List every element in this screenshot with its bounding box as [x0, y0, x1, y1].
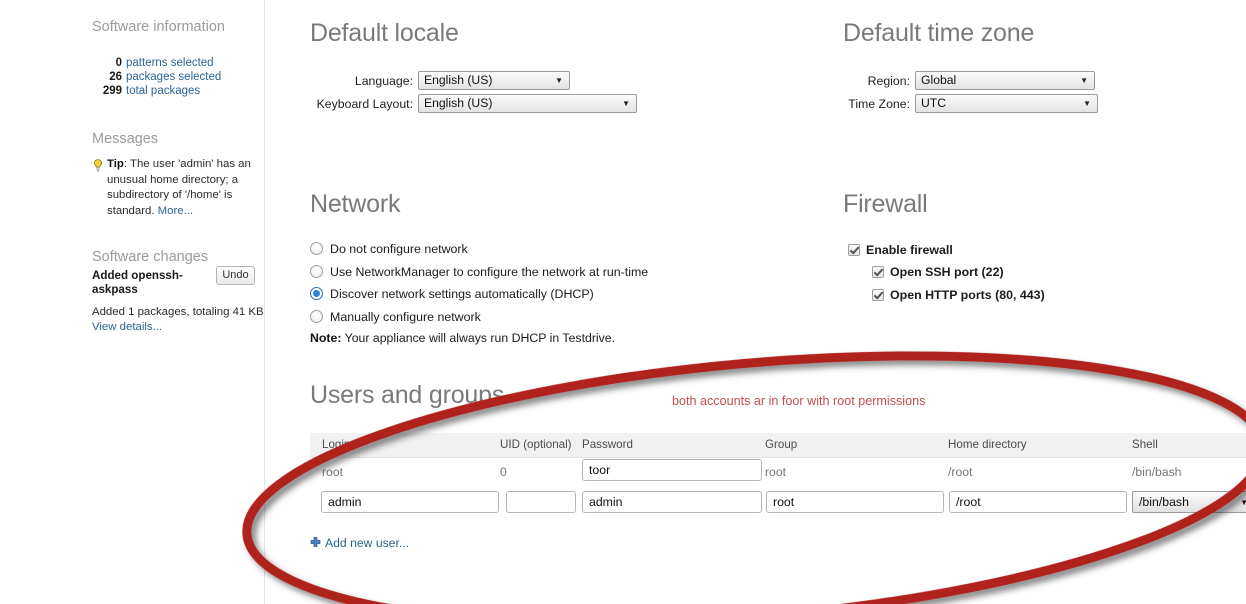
users-table-header: Login UID (optional) Password Group Home…	[310, 433, 1246, 458]
root-group: root	[765, 465, 787, 479]
column-header-home: Home directory	[948, 438, 1027, 451]
column-header-group: Group	[765, 438, 798, 451]
region-select[interactable]: Global ▼	[915, 71, 1095, 90]
default-timezone-heading: Default time zone	[843, 19, 1035, 47]
stat-patterns-count: 0	[115, 57, 122, 69]
language-label: Language:	[354, 74, 413, 88]
enable-firewall-checkbox-row[interactable]: Enable firewall	[848, 243, 953, 257]
network-option-manual-label: Manually configure network	[330, 310, 481, 324]
change-entry-title: Added openssh-askpass	[92, 269, 183, 296]
radio-icon[interactable]	[310, 310, 323, 323]
open-ssh-label: Open SSH port (22)	[890, 265, 1004, 279]
root-login: root	[322, 465, 344, 479]
table-row: admin admin root /root /bin/bash ▼	[310, 490, 1246, 522]
region-select-value: Global	[921, 73, 957, 87]
admin-group-input[interactable]: root	[766, 491, 944, 513]
firewall-heading: Firewall	[843, 190, 928, 218]
column-header-login: Login	[322, 438, 351, 451]
timezone-select-value: UTC	[921, 96, 947, 110]
software-changes-heading: Software changes	[92, 249, 209, 265]
chevron-down-icon: ▼	[622, 99, 630, 108]
keyboard-layout-select[interactable]: English (US) ▼	[418, 94, 637, 113]
network-option-manual[interactable]: Manually configure network	[310, 310, 481, 324]
tip-more-link[interactable]: More...	[158, 205, 193, 217]
admin-shell-select[interactable]: /bin/bash ▼	[1132, 491, 1246, 513]
table-row: root 0 toor root /root /bin/bash	[310, 458, 1246, 490]
enable-firewall-label: Enable firewall	[866, 243, 953, 257]
chevron-down-icon: ▼	[1240, 492, 1246, 512]
tip-prefix: Tip	[107, 158, 124, 170]
stat-total-label[interactable]: total packages	[126, 85, 200, 97]
tip-message: Tip: The user 'admin' has an unusual hom…	[92, 157, 258, 219]
tip-message-text: Tip: The user 'admin' has an unusual hom…	[92, 157, 258, 219]
admin-uid-input[interactable]	[506, 491, 576, 513]
stat-packages-count: 26	[109, 71, 122, 83]
checkbox-icon-checked[interactable]	[872, 266, 884, 278]
radio-icon-selected[interactable]	[310, 287, 323, 300]
network-note: Note: Your appliance will always run DHC…	[310, 331, 615, 345]
plus-icon	[310, 537, 321, 547]
root-home: /root	[948, 465, 973, 479]
column-header-shell: Shell	[1132, 438, 1158, 451]
messages-heading: Messages	[92, 131, 159, 147]
add-new-user-label: Add new user...	[325, 536, 410, 550]
stat-packages-label[interactable]: packages selected	[126, 71, 221, 83]
language-select-value: English (US)	[424, 73, 493, 87]
stat-packages-selected[interactable]: 26 packages selected	[92, 71, 221, 83]
stat-total-count: 299	[102, 85, 122, 97]
view-details-link[interactable]: View details...	[92, 321, 162, 333]
region-label: Region:	[867, 74, 910, 88]
chevron-down-icon: ▼	[1083, 99, 1091, 108]
network-option-dhcp[interactable]: Discover network settings automatically …	[310, 287, 594, 301]
default-locale-heading: Default locale	[310, 19, 459, 47]
network-option-dhcp-label: Discover network settings automatically …	[330, 287, 594, 301]
checkbox-icon-checked[interactable]	[872, 289, 884, 301]
users-groups-heading: Users and groups	[310, 381, 505, 409]
admin-shell-value: /bin/bash	[1139, 495, 1189, 509]
stat-total-packages[interactable]: 299 total packages	[92, 85, 200, 97]
keyboard-layout-label: Keyboard Layout:	[316, 97, 413, 111]
network-option-none[interactable]: Do not configure network	[310, 242, 468, 256]
users-table: Login UID (optional) Password Group Home…	[310, 433, 1246, 522]
open-http-label: Open HTTP ports (80, 443)	[890, 288, 1045, 302]
network-heading: Network	[310, 190, 401, 218]
software-information-heading: Software information	[92, 19, 225, 35]
keyboard-layout-select-value: English (US)	[424, 96, 493, 110]
open-ssh-checkbox-row[interactable]: Open SSH port (22)	[872, 265, 1004, 279]
radio-icon[interactable]	[310, 242, 323, 255]
admin-home-input[interactable]: /root	[949, 491, 1127, 513]
root-shell: /bin/bash	[1132, 465, 1182, 479]
stat-patterns-label[interactable]: patterns selected	[126, 57, 214, 69]
sidebar: Software information 0 patterns selected …	[0, 0, 265, 604]
add-new-user-link[interactable]: Add new user...	[310, 536, 409, 550]
timezone-label: Time Zone:	[848, 97, 910, 111]
root-password-input[interactable]: toor	[582, 459, 762, 481]
change-summary: Added 1 packages, totaling 41 KB View de…	[92, 305, 267, 335]
network-option-networkmanager-label: Use NetworkManager to configure the netw…	[330, 265, 649, 279]
language-select[interactable]: English (US) ▼	[418, 71, 570, 90]
admin-login-input[interactable]: admin	[321, 491, 499, 513]
chevron-down-icon: ▼	[1080, 76, 1088, 85]
network-option-networkmanager[interactable]: Use NetworkManager to configure the netw…	[310, 265, 648, 279]
change-summary-text: Added 1 packages, totaling 41 KB	[92, 306, 264, 318]
undo-button[interactable]: Undo	[216, 266, 255, 285]
timezone-select[interactable]: UTC ▼	[915, 94, 1098, 113]
network-note-prefix: Note:	[310, 331, 342, 345]
radio-icon[interactable]	[310, 265, 323, 278]
column-header-password: Password	[582, 438, 633, 451]
column-header-uid: UID (optional)	[500, 438, 572, 451]
annotation-note-text: both accounts ar in foor with root permi…	[672, 394, 926, 408]
stat-patterns-selected[interactable]: 0 patterns selected	[92, 57, 214, 69]
open-http-checkbox-row[interactable]: Open HTTP ports (80, 443)	[872, 288, 1045, 302]
network-option-none-label: Do not configure network	[330, 242, 468, 256]
main-content: Default locale Language: English (US) ▼ …	[265, 0, 1246, 604]
settings-page: Software information 0 patterns selected …	[0, 0, 1246, 604]
admin-password-input[interactable]: admin	[582, 491, 762, 513]
network-note-text: Your appliance will always run DHCP in T…	[341, 331, 616, 345]
checkbox-icon-checked[interactable]	[848, 244, 860, 256]
chevron-down-icon: ▼	[555, 76, 563, 85]
root-uid: 0	[500, 465, 507, 479]
